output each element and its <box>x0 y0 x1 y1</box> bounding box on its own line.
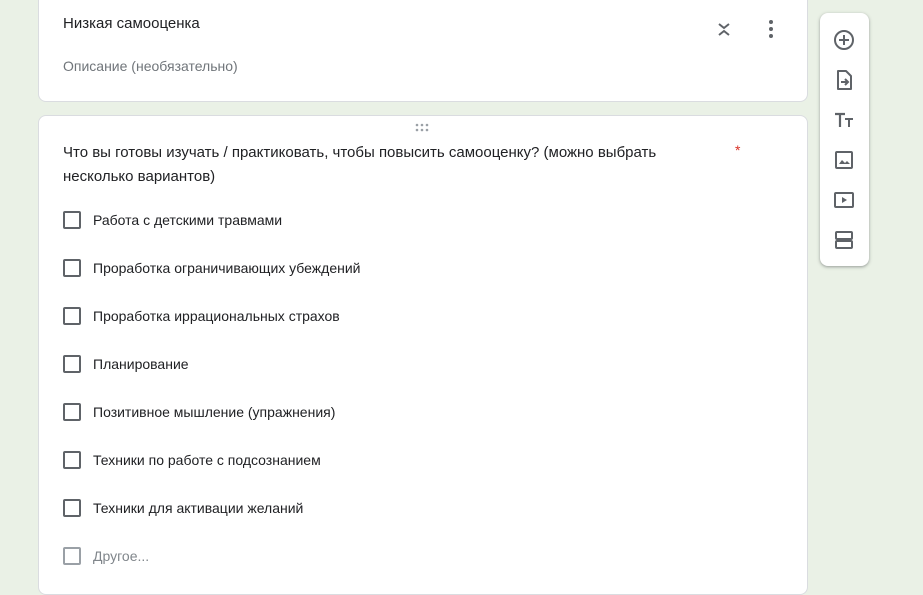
add-image-icon[interactable] <box>832 148 856 172</box>
checkbox[interactable] <box>63 211 81 229</box>
checkbox[interactable] <box>63 499 81 517</box>
add-video-icon[interactable] <box>832 188 856 212</box>
option-item[interactable]: Планирование <box>63 354 563 376</box>
question-title[interactable]: Что вы готовы изучать / практиковать, чт… <box>63 141 728 189</box>
option-label[interactable]: Проработка ограничивающих убеждений <box>93 260 361 276</box>
more-options-icon[interactable] <box>760 18 782 40</box>
add-section-icon[interactable] <box>832 228 856 252</box>
add-title-icon[interactable] <box>832 108 856 132</box>
import-questions-icon[interactable] <box>832 68 856 92</box>
drag-handle-icon[interactable] <box>413 121 433 133</box>
checkbox[interactable] <box>63 355 81 373</box>
floating-toolbar <box>820 13 869 266</box>
checkbox[interactable] <box>63 259 81 277</box>
option-item[interactable]: Позитивное мышление (упражнения) <box>63 402 563 424</box>
checkbox[interactable] <box>63 451 81 469</box>
option-item[interactable]: Проработка ограничивающих убеждений <box>63 258 563 280</box>
add-question-icon[interactable] <box>832 28 856 52</box>
checkbox[interactable] <box>63 403 81 421</box>
option-label[interactable]: Техники для активации желаний <box>93 500 303 516</box>
checkbox[interactable] <box>63 307 81 325</box>
add-other-option[interactable]: Другое... <box>63 546 563 568</box>
option-label[interactable]: Техники по работе с подсознанием <box>93 452 321 468</box>
option-label[interactable]: Проработка иррациональных страхов <box>93 308 340 324</box>
option-label[interactable]: Планирование <box>93 356 189 372</box>
option-item[interactable]: Проработка иррациональных страхов <box>63 306 563 328</box>
collapse-section-icon[interactable] <box>713 18 735 40</box>
other-option-label[interactable]: Другое... <box>93 548 149 564</box>
required-indicator: * <box>735 142 741 158</box>
checkbox[interactable] <box>63 547 81 565</box>
option-item[interactable]: Техники для активации желаний <box>63 498 563 520</box>
option-item[interactable]: Техники по работе с подсознанием <box>63 450 563 472</box>
option-label[interactable]: Работа с детскими травмами <box>93 212 282 228</box>
option-item[interactable]: Работа с детскими травмами <box>63 210 563 232</box>
section-title[interactable]: Низкая самооценка <box>63 15 200 32</box>
option-label[interactable]: Позитивное мышление (упражнения) <box>93 404 335 420</box>
section-description-field[interactable]: Описание (необязательно) <box>63 58 238 74</box>
